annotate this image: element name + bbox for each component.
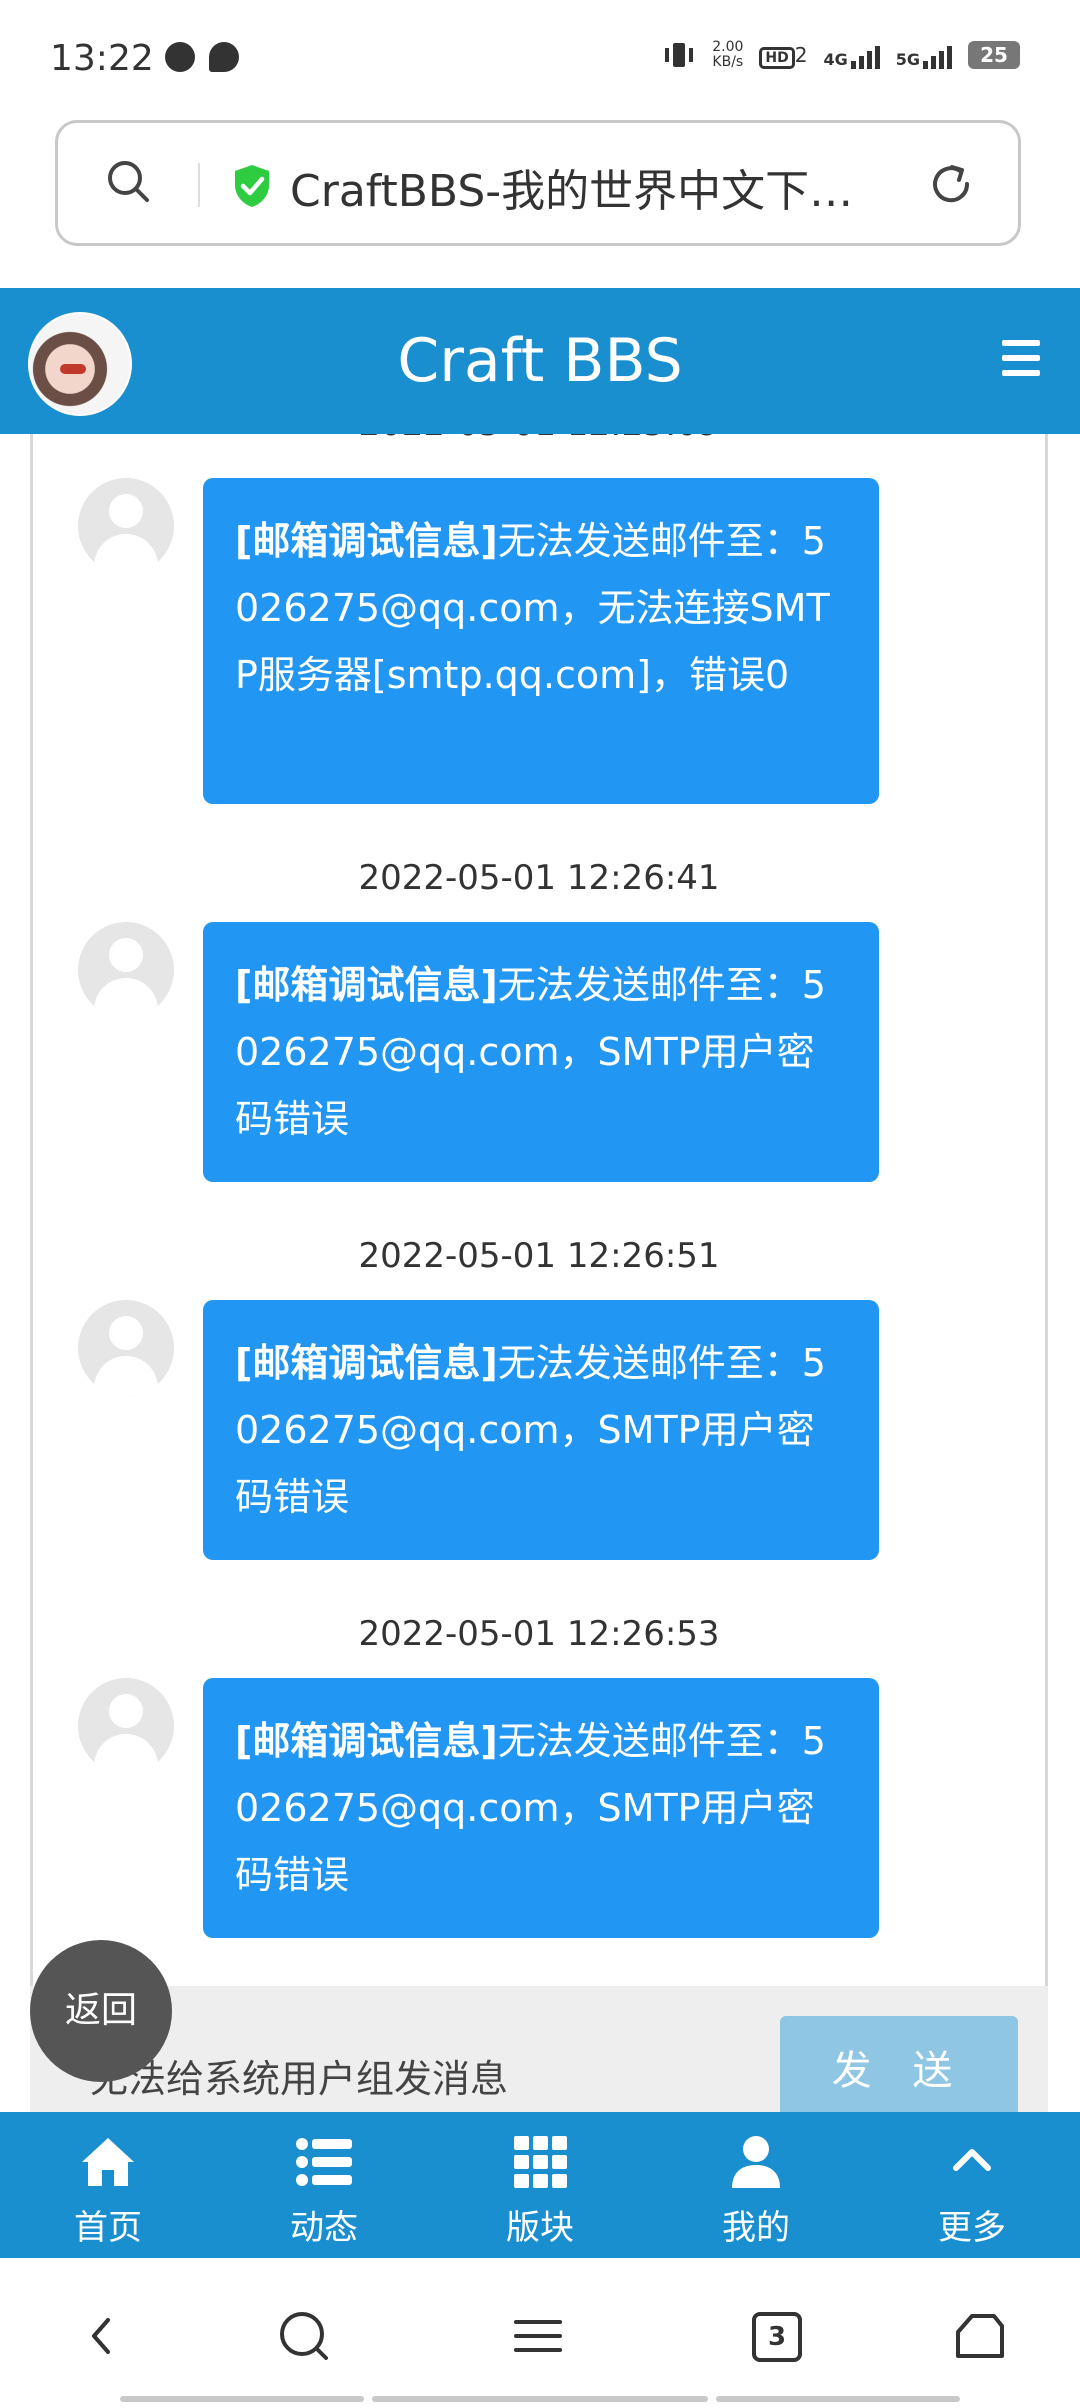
message-bubble: [邮箱调试信息]无法发送邮件至：5026275@qq.com，SMTP用户密码错…: [203, 922, 879, 1182]
sender-avatar[interactable]: [78, 478, 174, 574]
tab-label: 更多: [938, 2208, 1006, 2248]
home-nav-icon[interactable]: [950, 2306, 1010, 2366]
gesture-indicator: [120, 2396, 364, 2402]
message-bubble: [邮箱调试信息]无法发送邮件至：5026275@qq.com，无法连接SMTP服…: [203, 478, 879, 804]
sender-avatar[interactable]: [78, 1678, 174, 1774]
home-icon: [82, 2138, 134, 2186]
chevron-up-icon: [953, 2149, 991, 2171]
vibrate-icon: [665, 43, 694, 67]
tab-label: 版块: [506, 2208, 574, 2248]
search-icon[interactable]: [106, 159, 150, 203]
search-icon[interactable]: [274, 2306, 334, 2366]
bottom-tab-bar: 首页 动态 版块 我的 更多: [0, 2112, 1080, 2258]
status-bar: 13:22 2.00 KB/s HD 2 4G 5G 25: [0, 0, 1080, 120]
net-speed: 2.00 KB/s: [712, 39, 744, 70]
list-icon: [296, 2138, 352, 2186]
notification-icons: [165, 42, 239, 72]
tab-activity[interactable]: 动态: [216, 2112, 432, 2258]
tab-boards[interactable]: 版块: [432, 2112, 648, 2258]
tab-more[interactable]: 更多: [864, 2112, 1080, 2258]
reload-icon[interactable]: [926, 159, 976, 209]
signal-5g-icon: 5G: [896, 41, 952, 69]
url-text[interactable]: CraftBBS-我的世界中文下…: [290, 155, 890, 219]
message-timestamp: 2022-05-01 12:26:41: [358, 858, 720, 898]
page-title: Craft BBS: [397, 326, 683, 396]
hd-icon: HD 2: [759, 43, 807, 69]
app-notification-icon: [165, 42, 195, 72]
tabs-switcher-icon[interactable]: 3: [746, 2306, 806, 2366]
url-divider: [198, 163, 200, 207]
user-icon: [732, 2136, 780, 2188]
send-button[interactable]: 发 送: [780, 2016, 1018, 2112]
message-timestamp: 2022-05-01 12:26:53: [358, 1614, 720, 1654]
tab-label: 我的: [722, 2208, 790, 2248]
tab-label: 首页: [74, 2208, 142, 2248]
menu-icon[interactable]: [508, 2306, 568, 2366]
back-button[interactable]: 返回: [30, 1940, 172, 2082]
message-notification-icon: [209, 42, 239, 72]
signal-4g-icon: 4G: [823, 41, 880, 69]
grid-icon: [514, 2136, 567, 2188]
message-timestamp: 2022-05-01 12:26:51: [358, 1236, 720, 1276]
tab-mine[interactable]: 我的: [648, 2112, 864, 2258]
sender-avatar[interactable]: [78, 922, 174, 1018]
sender-avatar[interactable]: [78, 1300, 174, 1396]
message-composer: 无法给系统用户组发消息 发 送: [30, 1986, 1048, 2112]
tab-label: 动态: [290, 2208, 358, 2248]
status-indicators: 2.00 KB/s HD 2 4G 5G 25: [662, 40, 1020, 70]
hamburger-menu-icon[interactable]: [1002, 340, 1040, 376]
message-bubble: [邮箱调试信息]无法发送邮件至：5026275@qq.com，SMTP用户密码错…: [203, 1300, 879, 1560]
tab-home[interactable]: 首页: [0, 2112, 216, 2258]
secure-shield-icon: [235, 165, 269, 207]
browser-url-bar[interactable]: CraftBBS-我的世界中文下…: [55, 120, 1021, 246]
gesture-indicator: [372, 2396, 708, 2402]
gesture-indicator: [716, 2396, 960, 2402]
message-timestamp: 2022-05-01 12:25:09: [33, 434, 1045, 444]
system-nav-bar: 3: [0, 2258, 1080, 2408]
app-header: Craft BBS: [0, 288, 1080, 434]
back-nav-icon[interactable]: [72, 2306, 132, 2366]
chat-message-list[interactable]: 2022-05-01 12:25:09 [邮箱调试信息]无法发送邮件至：5026…: [30, 434, 1048, 1986]
message-bubble: [邮箱调试信息]无法发送邮件至：5026275@qq.com，SMTP用户密码错…: [203, 1678, 879, 1938]
battery-icon: 25: [968, 41, 1020, 69]
status-time: 13:22: [50, 38, 154, 79]
tab-count: 3: [752, 2312, 802, 2362]
